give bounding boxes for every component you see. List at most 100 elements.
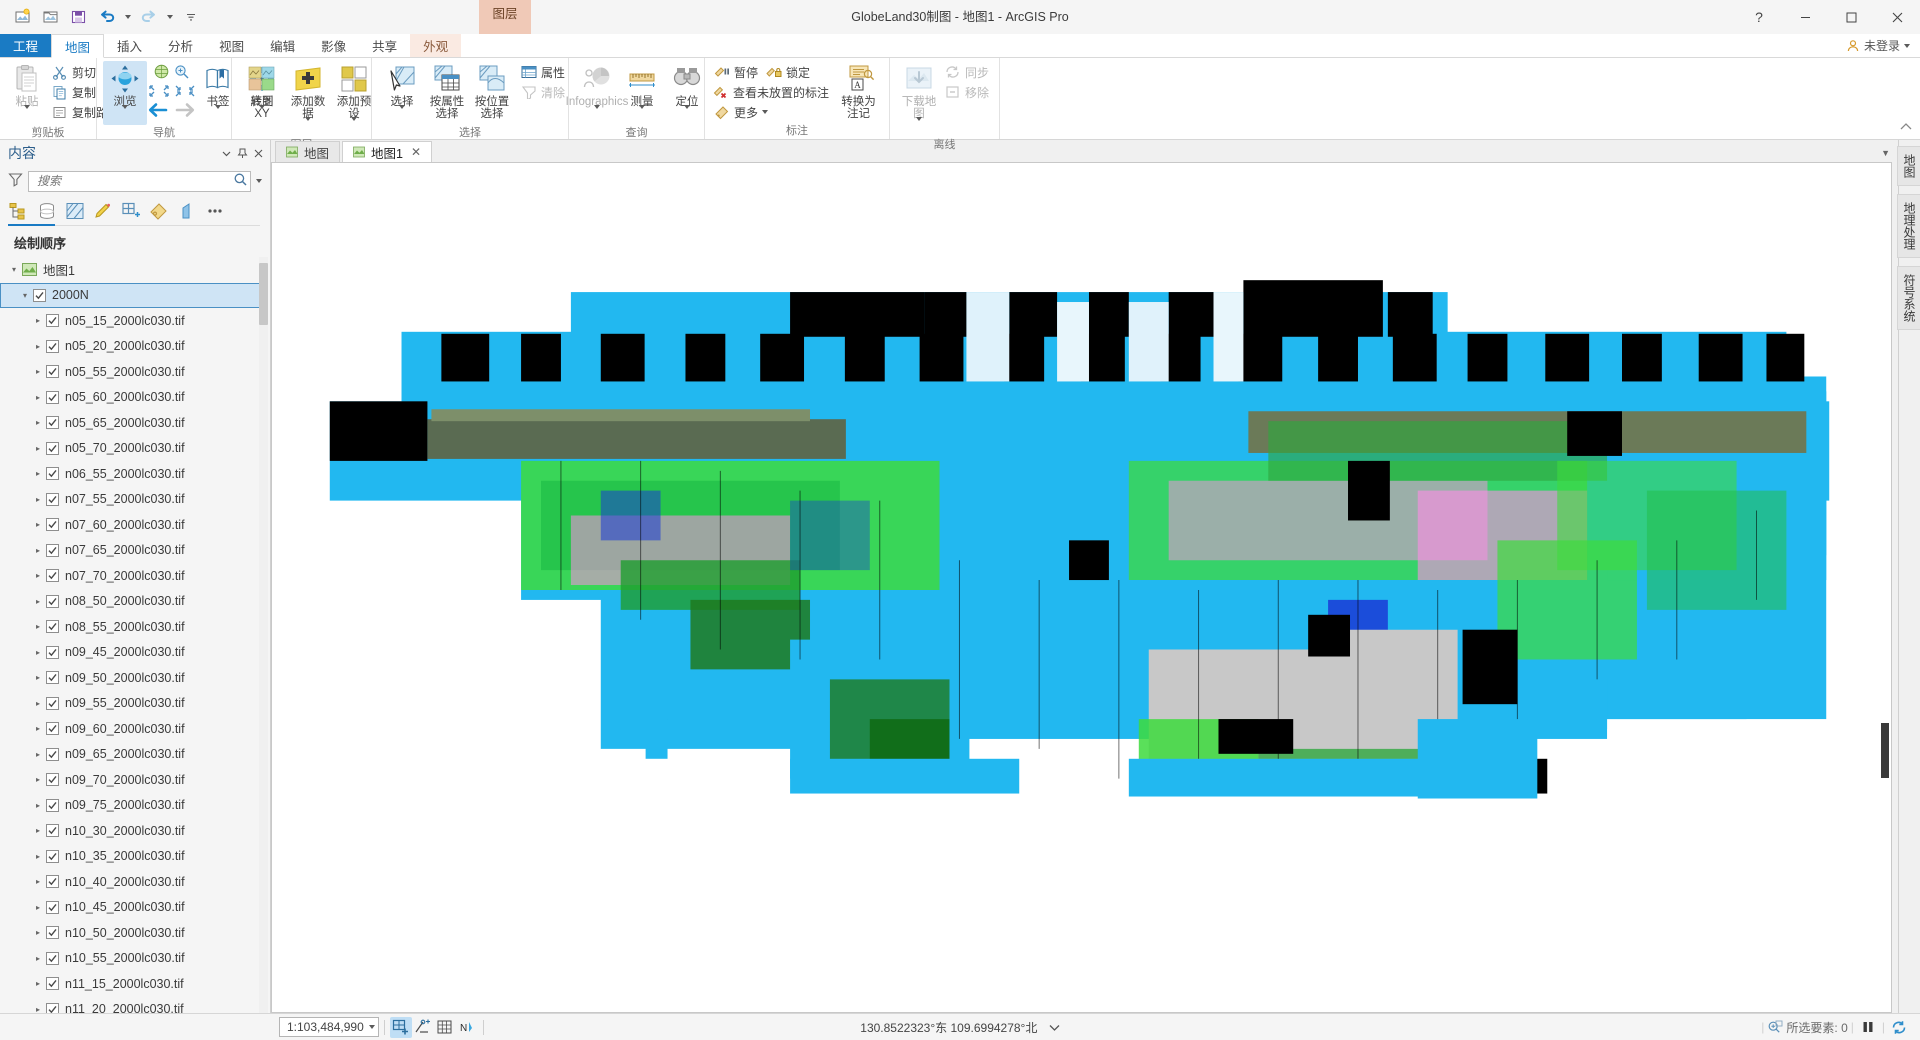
map-coordinates-dropdown-icon[interactable] <box>1049 1021 1060 1035</box>
tree-item-group-layer[interactable]: ▾ 2000N <box>0 282 260 308</box>
previous-extent-icon[interactable] <box>147 101 169 119</box>
ribbon-collapse-icon[interactable] <box>1900 121 1912 135</box>
next-extent-icon[interactable] <box>174 101 196 119</box>
map-scale-dropdown-icon[interactable] <box>368 1025 375 1029</box>
more-labeling-button[interactable]: 更多 <box>711 102 833 122</box>
layer-checkbox[interactable] <box>33 288 46 302</box>
expand-icon[interactable]: ▸ <box>30 316 46 325</box>
full-extent-icon[interactable] <box>153 63 170 83</box>
tree-item-layer[interactable]: ▸ n06_55_2000lc030.tif <box>0 461 260 487</box>
expand-icon[interactable]: ▸ <box>30 597 46 606</box>
tree-item-layer[interactable]: ▸ n05_70_2000lc030.tif <box>0 436 260 462</box>
save-project-icon[interactable] <box>66 4 92 30</box>
layer-checkbox[interactable] <box>46 416 59 430</box>
layer-checkbox[interactable] <box>46 543 59 557</box>
tab-analysis[interactable]: 分析 <box>155 34 206 57</box>
layer-checkbox[interactable] <box>46 1002 59 1013</box>
tree-item-layer[interactable]: ▸ n07_60_2000lc030.tif <box>0 512 260 538</box>
select-by-attributes-button[interactable]: 按属性选择 <box>425 61 469 122</box>
layer-checkbox[interactable] <box>46 645 59 659</box>
tab-project[interactable]: 工程 <box>0 34 52 57</box>
expand-icon[interactable]: ▸ <box>30 699 46 708</box>
add-preset-button[interactable]: 添加预设 <box>332 61 376 137</box>
expand-icon[interactable]: ▸ <box>30 826 46 835</box>
tree-item-layer[interactable]: ▸ n05_20_2000lc030.tif <box>0 334 260 360</box>
filter-icon[interactable] <box>8 172 23 190</box>
tree-item-layer[interactable]: ▸ n09_70_2000lc030.tif <box>0 767 260 793</box>
expand-icon[interactable]: ▸ <box>30 954 46 963</box>
layer-checkbox[interactable] <box>46 951 59 965</box>
clear-selection-button[interactable]: 清除 <box>518 82 570 102</box>
redo-icon[interactable] <box>136 4 162 30</box>
expand-icon[interactable]: ▸ <box>30 444 46 453</box>
select-dropdown-icon[interactable] <box>399 105 405 123</box>
tab-share[interactable]: 共享 <box>359 34 410 57</box>
basemap-button[interactable]: 底图 <box>240 61 284 125</box>
list-by-snapping-icon[interactable] <box>118 199 144 223</box>
tree-item-layer[interactable]: ▸ n10_35_2000lc030.tif <box>0 844 260 870</box>
account-dropdown-icon[interactable] <box>1904 43 1910 48</box>
expand-icon[interactable]: ▸ <box>30 903 46 912</box>
search-options-icon[interactable] <box>256 179 262 183</box>
tab-edit[interactable]: 编辑 <box>257 34 308 57</box>
map-vertical-scrollbar[interactable] <box>1881 723 1889 778</box>
map-tab-ditu1[interactable]: 地图1 ✕ <box>342 141 433 162</box>
pause-labeling-button[interactable]: 暂停 <box>711 62 763 82</box>
expand-icon[interactable]: ▸ <box>30 546 46 555</box>
customize-qat-icon[interactable] <box>178 4 204 30</box>
tree-item-layer[interactable]: ▸ n05_60_2000lc030.tif <box>0 385 260 411</box>
explore-dropdown-icon[interactable] <box>122 105 128 123</box>
expand-icon[interactable]: ▸ <box>30 775 46 784</box>
open-project-icon[interactable] <box>38 4 64 30</box>
expand-icon[interactable]: ▾ <box>6 265 22 274</box>
expand-icon[interactable]: ▸ <box>30 495 46 504</box>
tree-item-layer[interactable]: ▸ n10_45_2000lc030.tif <box>0 895 260 921</box>
layer-checkbox[interactable] <box>46 824 59 838</box>
layer-checkbox[interactable] <box>46 339 59 353</box>
refresh-icon[interactable] <box>1888 1017 1910 1038</box>
tab-map[interactable]: 地图 <box>51 34 105 58</box>
layer-checkbox[interactable] <box>46 492 59 506</box>
fixed-zoom-in-icon[interactable] <box>148 84 170 98</box>
maximize-button[interactable] <box>1828 0 1874 34</box>
more-labeling-dropdown-icon[interactable] <box>762 110 769 114</box>
expand-icon[interactable]: ▸ <box>30 852 46 861</box>
add-preset-dropdown-icon[interactable] <box>351 117 357 135</box>
tree-item-layer[interactable]: ▸ n09_55_2000lc030.tif <box>0 691 260 717</box>
locate-dropdown-icon[interactable] <box>684 105 690 123</box>
layer-checkbox[interactable] <box>46 798 59 812</box>
paste-button[interactable]: 粘贴 <box>5 61 49 125</box>
layer-checkbox[interactable] <box>46 926 59 940</box>
search-input[interactable] <box>35 173 233 189</box>
minimize-button[interactable] <box>1782 0 1828 34</box>
tree-item-layer[interactable]: ▸ n10_50_2000lc030.tif <box>0 920 260 946</box>
expand-icon[interactable]: ▸ <box>30 801 46 810</box>
tree-item-layer[interactable]: ▸ n07_55_2000lc030.tif <box>0 487 260 513</box>
expand-icon[interactable]: ▸ <box>30 928 46 937</box>
tab-insert[interactable]: 插入 <box>104 34 155 57</box>
remove-offline-button[interactable]: 移除 <box>942 82 994 102</box>
add-data-button[interactable]: 添加数据 <box>286 61 330 137</box>
expand-icon[interactable]: ▸ <box>30 571 46 580</box>
expand-icon[interactable]: ▾ <box>17 291 33 300</box>
new-project-icon[interactable] <box>10 4 36 30</box>
map-view[interactable] <box>271 162 1892 1013</box>
list-by-charts-icon[interactable] <box>174 199 200 223</box>
layer-checkbox[interactable] <box>46 977 59 991</box>
measure-dropdown-icon[interactable] <box>639 105 645 123</box>
layer-checkbox[interactable] <box>46 314 59 328</box>
paste-dropdown-icon[interactable] <box>24 105 30 123</box>
close-button[interactable] <box>1874 0 1920 34</box>
tree-item-layer[interactable]: ▸ n11_20_2000lc030.tif <box>0 997 260 1013</box>
explore-button[interactable]: 浏览 <box>103 61 147 125</box>
list-by-editing-icon[interactable] <box>90 199 116 223</box>
basemap-dropdown-icon[interactable] <box>259 105 265 123</box>
expand-icon[interactable]: ▸ <box>30 367 46 376</box>
expand-icon[interactable]: ▸ <box>30 393 46 402</box>
tree-item-layer[interactable]: ▸ n10_40_2000lc030.tif <box>0 869 260 895</box>
layer-checkbox[interactable] <box>46 518 59 532</box>
selection-tool-icon[interactable] <box>389 1016 412 1038</box>
north-arrow-icon[interactable]: N <box>456 1017 478 1038</box>
tree-item-layer[interactable]: ▸ n09_75_2000lc030.tif <box>0 793 260 819</box>
expand-icon[interactable]: ▸ <box>30 724 46 733</box>
